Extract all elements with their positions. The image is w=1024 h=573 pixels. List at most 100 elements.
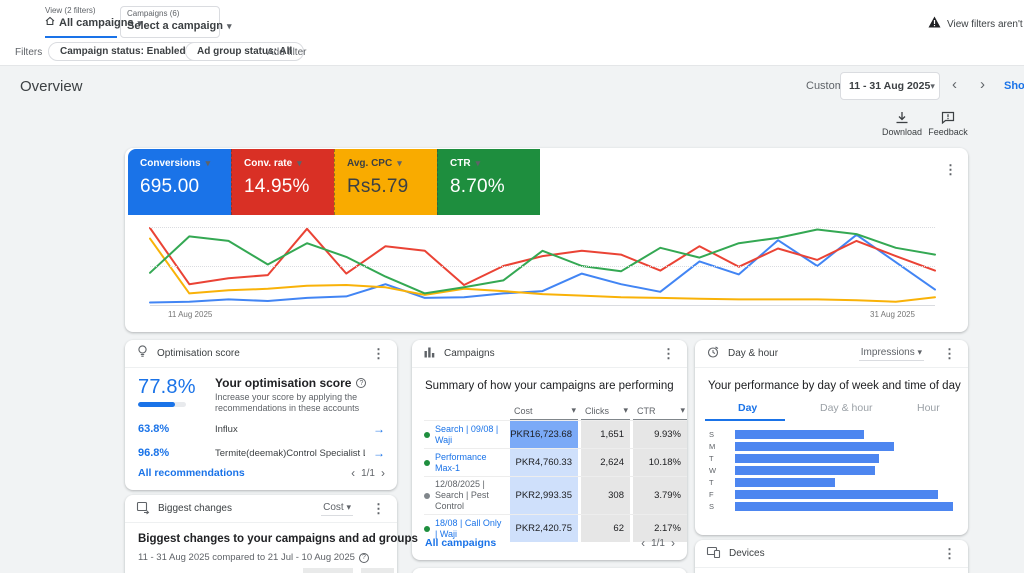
clicks-cell: 1,651 bbox=[581, 421, 630, 448]
feedback-button[interactable]: Feedback bbox=[924, 111, 972, 137]
optimisation-description: Increase your score by applying the reco… bbox=[215, 392, 383, 414]
date-range-type-label: Custom bbox=[806, 80, 844, 92]
chevron-down-icon: ▾ bbox=[930, 81, 935, 92]
help-icon[interactable]: ? bbox=[359, 553, 369, 563]
card-menu-button[interactable]: ⋮ bbox=[943, 547, 956, 560]
arrow-right-icon[interactable]: → bbox=[373, 446, 385, 460]
account-row[interactable]: 96.8% Termite(deemak)Control Specialist L… bbox=[125, 447, 397, 469]
feedback-label: Feedback bbox=[924, 127, 972, 137]
card-menu-button[interactable]: ⋮ bbox=[372, 347, 385, 360]
page-next-icon[interactable]: › bbox=[671, 537, 675, 549]
previous-period-button[interactable]: ‹ bbox=[952, 76, 957, 94]
google-ads-overview-screen: View (2 filters) All campaigns ▾ Campaig… bbox=[0, 0, 1024, 573]
column-header-clicks[interactable]: Clicks▾ bbox=[581, 402, 630, 420]
campaign-link[interactable]: Performance Max-1 bbox=[435, 452, 506, 474]
chevron-down-icon: ▾ bbox=[297, 158, 302, 169]
ctr-cell: 9.93% bbox=[633, 421, 687, 448]
impressions-bar[interactable] bbox=[735, 502, 953, 511]
impressions-bar[interactable] bbox=[735, 490, 938, 499]
metric-tile-ctr[interactable]: CTR▾ 8.70% bbox=[437, 149, 540, 215]
campaign-link[interactable]: 12/08/2025 | Search | Pest Control bbox=[435, 479, 506, 512]
metric-tile-conv-rate[interactable]: Conv. rate▾ 14.95% bbox=[231, 149, 334, 215]
column-header-ctr[interactable]: CTR▾ bbox=[633, 402, 687, 420]
tab-day-and-hour[interactable]: Day & hour bbox=[820, 402, 873, 414]
card-menu-button[interactable]: ⋮ bbox=[372, 502, 385, 515]
account-name: Termite(deemak)Control Specialist Lahore… bbox=[215, 448, 365, 459]
impressions-bar[interactable] bbox=[735, 430, 864, 439]
metric-dropdown[interactable]: Cost ▾ bbox=[321, 502, 353, 516]
status-dot-icon bbox=[424, 460, 430, 466]
all-campaigns-link[interactable]: All campaigns bbox=[425, 537, 496, 549]
campaign-link[interactable]: Search | 09/08 | Waji bbox=[435, 424, 506, 446]
add-filter-button[interactable]: Add filter bbox=[267, 47, 306, 58]
impressions-bar[interactable] bbox=[735, 478, 835, 487]
cost-cell: PKR16,723.68 bbox=[510, 421, 578, 448]
optimisation-score-card: Optimisation score ⋮ 77.8% Your optimisa… bbox=[125, 340, 397, 490]
bar-row: W bbox=[709, 464, 954, 476]
card-menu-button[interactable]: ⋮ bbox=[662, 347, 675, 360]
campaigns-table: Cost▾ Clicks▾ CTR▾ Search | 09/08 | Waji… bbox=[424, 402, 687, 542]
download-icon bbox=[878, 111, 926, 124]
day-hour-card: Day & hour Impressions ▾ ⋮ Your performa… bbox=[695, 340, 968, 535]
impressions-bar[interactable] bbox=[735, 442, 894, 451]
metric-label: Conv. rate bbox=[244, 158, 292, 169]
impressions-bar[interactable] bbox=[735, 454, 879, 463]
bar-track bbox=[719, 466, 954, 475]
help-icon[interactable]: ? bbox=[356, 378, 366, 388]
cost-cell: PKR2,420.75 bbox=[510, 515, 578, 542]
cost-cell: PKR4,760.33 bbox=[510, 449, 578, 476]
filters-label: Filters bbox=[15, 47, 42, 58]
gridline bbox=[150, 266, 935, 267]
cost-cell: PKR2,993.35 bbox=[510, 477, 578, 514]
arrow-right-icon[interactable]: → bbox=[373, 422, 385, 436]
day-of-week-bar-chart: SMTWTFS bbox=[709, 428, 954, 512]
impressions-bar[interactable] bbox=[735, 466, 875, 475]
table-header-cell-partial bbox=[303, 568, 353, 573]
warning-text: View filters aren't applie bbox=[947, 19, 1024, 30]
chevron-down-icon: ▾ bbox=[917, 347, 922, 357]
metric-value: Rs5.79 bbox=[347, 176, 437, 198]
all-recommendations-link[interactable]: All recommendations bbox=[138, 467, 245, 479]
column-header-cost[interactable]: Cost▾ bbox=[510, 402, 578, 420]
metric-value: 695.00 bbox=[140, 176, 231, 198]
next-period-button[interactable]: › bbox=[980, 76, 985, 94]
card-menu-button[interactable]: ⋮ bbox=[943, 347, 956, 360]
devices-icon bbox=[707, 545, 720, 563]
account-score: 96.8% bbox=[138, 447, 169, 459]
chart-card-menu-button[interactable]: ⋮ bbox=[944, 163, 957, 176]
clicks-cell: 2,624 bbox=[581, 449, 630, 476]
metric-dropdown[interactable]: Impressions ▾ bbox=[859, 347, 924, 361]
campaign-selector-value: Select a campaign bbox=[127, 19, 223, 33]
tab-hour[interactable]: Hour bbox=[917, 402, 940, 414]
biggest-changes-period: 11 - 31 Aug 2025 compared to 21 Jul - 10… bbox=[138, 552, 355, 563]
name-column-spacer bbox=[424, 402, 510, 420]
status-dot-icon bbox=[424, 526, 430, 532]
chevron-down-icon: ▾ bbox=[623, 405, 628, 416]
bar-track bbox=[719, 430, 954, 439]
page-next-icon[interactable]: › bbox=[381, 467, 385, 479]
tab-day[interactable]: Day bbox=[738, 402, 757, 414]
card-title: Biggest changes bbox=[158, 503, 232, 514]
metric-tile-conversions[interactable]: Conversions▾ 695.00 bbox=[128, 149, 231, 215]
page-prev-icon[interactable]: ‹ bbox=[351, 467, 355, 479]
line-series-avg-cpc bbox=[150, 239, 935, 302]
bar-chart-icon bbox=[424, 345, 435, 363]
page-title: Overview bbox=[20, 78, 83, 95]
page-prev-icon[interactable]: ‹ bbox=[641, 537, 645, 549]
show-link[interactable]: Show bbox=[1004, 80, 1024, 92]
campaign-row: Performance Max-1PKR4,760.332,62410.18% bbox=[424, 448, 687, 476]
bar-row: F bbox=[709, 488, 954, 500]
campaign-name-cell: Search | 09/08 | Waji bbox=[424, 421, 510, 448]
date-range-selector[interactable]: 11 - 31 Aug 2025 ▾ bbox=[840, 72, 940, 100]
bar-row: S bbox=[709, 428, 954, 440]
account-row[interactable]: 63.8%Influx→ bbox=[125, 423, 397, 445]
metric-label: Conversions bbox=[140, 158, 201, 169]
account-score: 63.8% bbox=[138, 423, 169, 435]
campaign-selector[interactable]: Campaigns (6) Select a campaign ▾ bbox=[120, 6, 220, 38]
metric-tile-avg-cpc[interactable]: Avg. CPC▾ Rs5.79 bbox=[334, 149, 437, 215]
bar-row: S bbox=[709, 500, 954, 512]
chevron-down-icon: ▾ bbox=[680, 405, 685, 416]
download-button[interactable]: Download bbox=[878, 111, 926, 137]
view-selector[interactable]: View (2 filters) All campaigns ▾ bbox=[45, 6, 117, 38]
metric-dropdown-value: Cost bbox=[323, 502, 344, 513]
